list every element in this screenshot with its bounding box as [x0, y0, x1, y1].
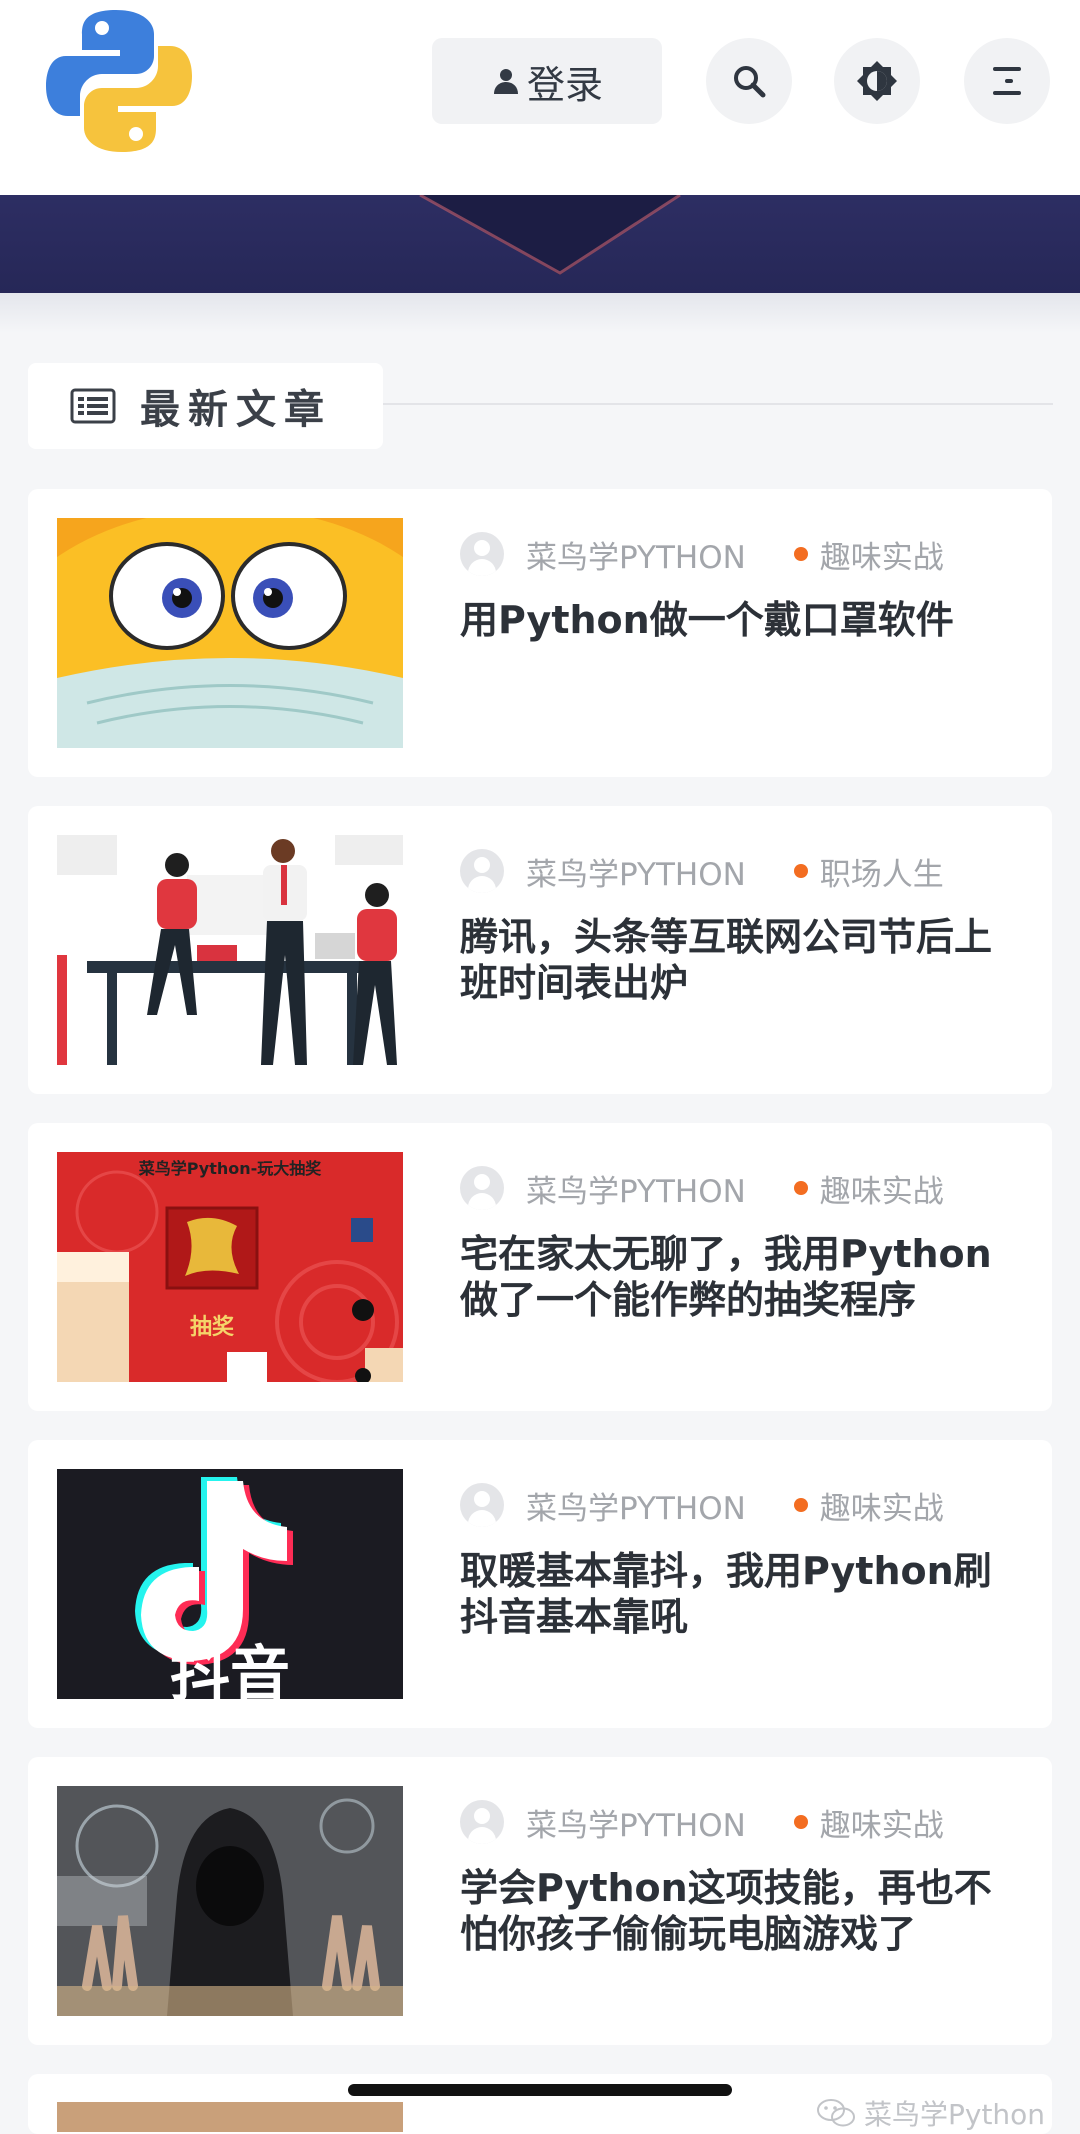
login-button[interactable]: 登录 — [432, 38, 662, 124]
menu-button[interactable] — [964, 38, 1050, 124]
article-title[interactable]: 用Python做一个戴口罩软件 — [460, 597, 1020, 643]
article-list-icon — [70, 388, 116, 424]
article-category[interactable]: 趣味实战 — [820, 1166, 944, 1211]
brightness-icon — [857, 61, 897, 101]
theme-toggle-button[interactable] — [834, 38, 920, 124]
section-heading: 最新文章 — [28, 363, 383, 449]
article-title[interactable]: 取暖基本靠抖，我用Python刷抖音基本靠吼 — [460, 1548, 1020, 1640]
article-thumbnail[interactable] — [57, 1786, 403, 2016]
article-thumbnail[interactable] — [57, 835, 403, 1065]
search-button[interactable] — [706, 38, 792, 124]
author-avatar[interactable] — [460, 1483, 504, 1527]
article-category[interactable]: 趣味实战 — [820, 1800, 944, 1845]
article-card[interactable]: 抖音 菜鸟学PYTHON 趣味实战 取暖基本靠抖，我用Python刷抖音基本靠吼 — [28, 1440, 1052, 1728]
author-avatar[interactable] — [460, 532, 504, 576]
thumb-douyin-text: 抖音 — [170, 1640, 290, 1699]
author-name[interactable]: 菜鸟学PYTHON — [526, 1166, 746, 1211]
article-meta: 菜鸟学PYTHON 趣味实战 — [460, 531, 944, 577]
wechat-watermark: 菜鸟学Python — [816, 2096, 1046, 2131]
wechat-icon — [817, 2099, 855, 2127]
category-dot — [793, 1181, 808, 1195]
thumb-lottery-button: 抽奖 — [190, 1314, 235, 1340]
article-category[interactable]: 趣味实战 — [820, 1483, 944, 1528]
home-indicator[interactable] — [348, 2084, 732, 2096]
login-label: 登录 — [526, 62, 603, 107]
article-card[interactable]: 菜鸟学PYTHON 职场人生 腾讯，头条等互联网公司节后上班时间表出炉 — [28, 806, 1052, 1094]
watermark-text: 菜鸟学Python — [864, 2098, 1046, 2131]
category-dot — [793, 547, 808, 561]
article-card[interactable]: 菜鸟学PYTHON 趣味实战 学会Python这项技能，再也不怕你孩子偷偷玩电脑… — [28, 1757, 1052, 2045]
section-divider — [383, 403, 1053, 405]
article-title[interactable]: 学会Python这项技能，再也不怕你孩子偷偷玩电脑游戏了 — [460, 1865, 1020, 1957]
python-logo[interactable] — [44, 6, 194, 156]
author-name[interactable]: 菜鸟学PYTHON — [526, 849, 746, 894]
author-avatar[interactable] — [460, 1800, 504, 1844]
thumb-caption: 菜鸟学Python-玩大抽奖 — [138, 1159, 323, 1178]
category-dot — [793, 1815, 808, 1829]
article-thumbnail[interactable] — [57, 2102, 403, 2132]
article-card[interactable]: 菜鸟学Python-玩大抽奖 抽奖 菜鸟学PYTHON 趣味实战 宅在家太无聊了… — [28, 1123, 1052, 1411]
article-thumbnail[interactable]: 菜鸟学Python-玩大抽奖 抽奖 — [57, 1152, 403, 1382]
hero-banner[interactable] — [0, 195, 1080, 293]
menu-icon — [993, 67, 1021, 95]
user-icon — [493, 69, 518, 94]
article-thumbnail[interactable]: 抖音 — [57, 1469, 403, 1699]
article-meta: 菜鸟学PYTHON 趣味实战 — [460, 1482, 944, 1528]
author-name[interactable]: 菜鸟学PYTHON — [526, 1800, 746, 1845]
section-title: 最新文章 — [140, 387, 332, 433]
article-thumbnail[interactable] — [57, 518, 403, 748]
author-name[interactable]: 菜鸟学PYTHON — [526, 1483, 746, 1528]
category-dot — [793, 864, 808, 878]
article-meta: 菜鸟学PYTHON 趣味实战 — [460, 1799, 944, 1845]
search-icon — [734, 66, 766, 98]
article-meta: 菜鸟学PYTHON 趣味实战 — [460, 1165, 944, 1211]
banner-shadow — [0, 293, 1080, 333]
article-title[interactable]: 宅在家太无聊了，我用Python做了一个能作弊的抽奖程序 — [460, 1231, 1020, 1323]
article-category[interactable]: 趣味实战 — [820, 532, 944, 577]
article-meta: 菜鸟学PYTHON 职场人生 — [460, 848, 944, 894]
author-name[interactable]: 菜鸟学PYTHON — [526, 532, 746, 577]
article-title[interactable]: 腾讯，头条等互联网公司节后上班时间表出炉 — [460, 914, 1020, 1006]
top-header: 登录 — [0, 0, 1080, 195]
article-card[interactable]: 菜鸟学PYTHON 趣味实战 用Python做一个戴口罩软件 — [28, 489, 1052, 777]
category-dot — [793, 1498, 808, 1512]
article-category[interactable]: 职场人生 — [820, 849, 944, 894]
author-avatar[interactable] — [460, 849, 504, 893]
author-avatar[interactable] — [460, 1166, 504, 1210]
